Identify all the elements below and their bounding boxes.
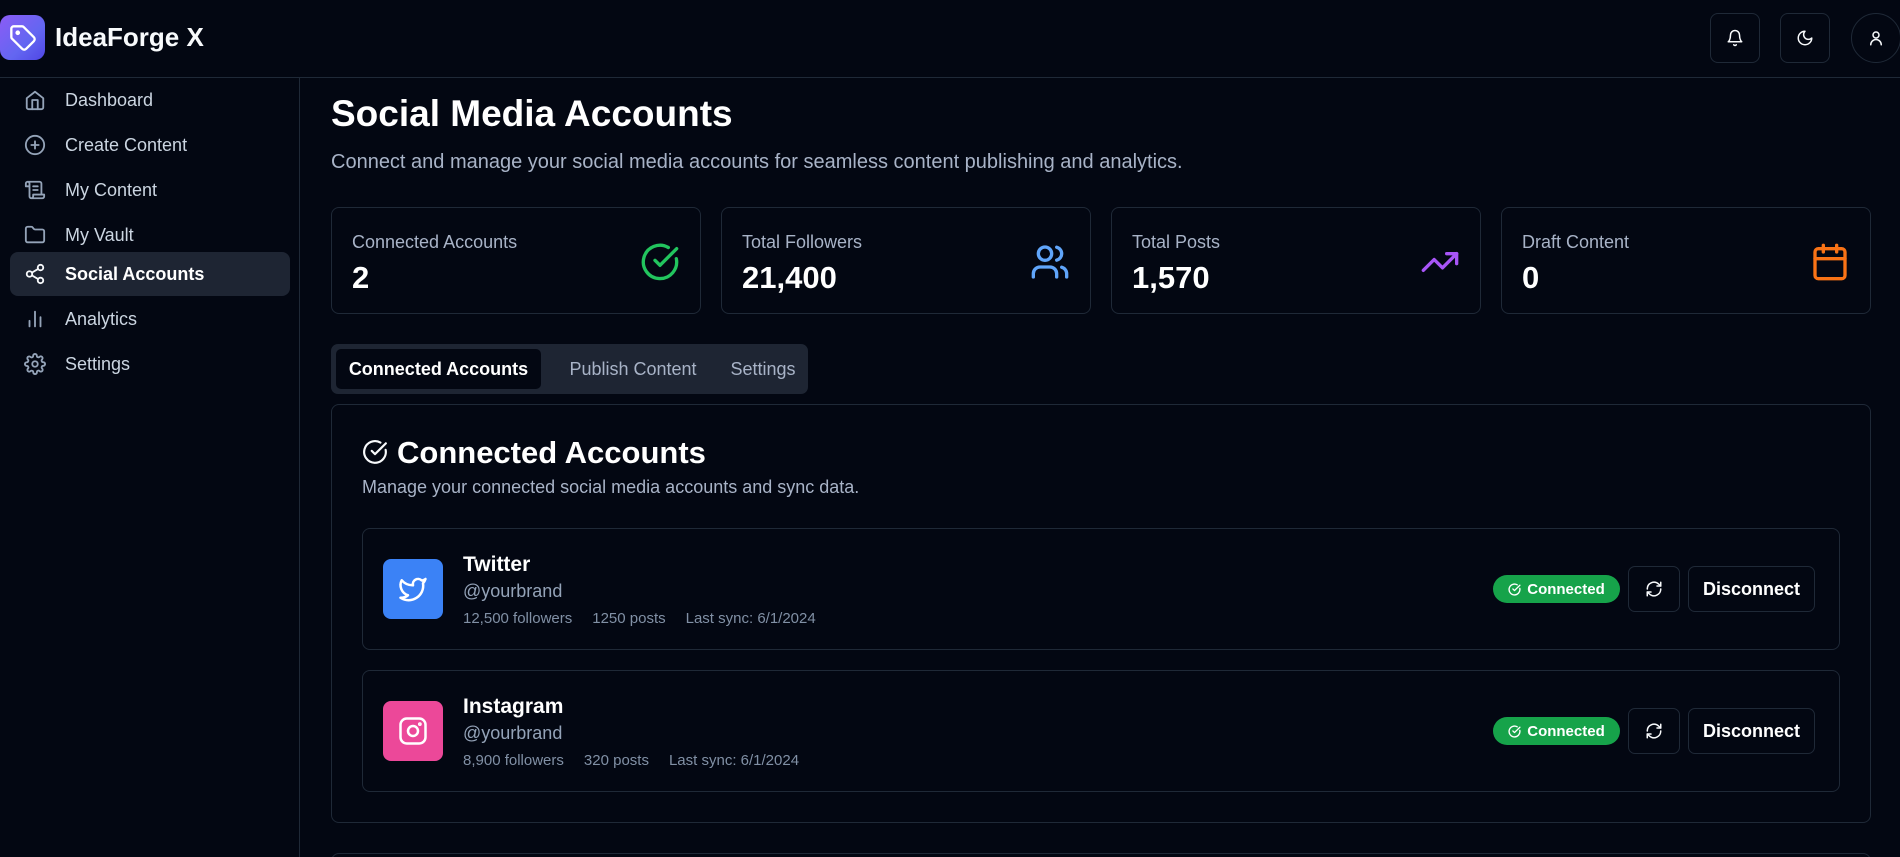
plus-circle-icon [24,134,46,156]
stat-card-draft-content: Draft Content 0 [1501,207,1871,314]
bar-chart-icon [28,310,42,328]
connected-accounts-panel: Connected Accounts Manage your connected… [331,404,1871,823]
next-panel-edge [331,853,1871,857]
check-circle-icon [641,243,679,281]
stat-label: Total Followers [742,232,863,252]
tab-publish-content[interactable]: Publish Content [544,349,722,389]
sidebar-item-create-content[interactable]: Create Content [10,123,290,167]
account-name: Instagram [463,695,564,718]
theme-toggle-button[interactable] [1780,13,1830,63]
account-posts: 1250 posts [592,610,666,627]
panel-title: Connected Accounts [397,435,706,470]
account-card-instagram: Instagram @yourbrand 8,900 followers 320… [362,670,1840,792]
stat-card-connected-accounts: Connected Accounts 2 [331,207,701,314]
page-title: Social Media Accounts [331,93,733,134]
disconnect-button[interactable]: Disconnect [1688,708,1815,754]
refresh-icon [1646,723,1662,739]
scroll-icon [24,180,46,200]
stat-label: Connected Accounts [352,232,518,252]
stat-label: Total Posts [1132,232,1221,252]
home-icon [25,90,45,111]
refresh-icon [1646,581,1662,597]
share-icon [25,263,45,285]
top-bar: IdeaForge X [0,0,1900,78]
tab-settings[interactable]: Settings [723,349,803,389]
account-followers: 12,500 followers [463,610,573,627]
stat-value: 21,400 [742,260,837,295]
account-handle: @yourbrand [463,723,563,743]
sidebar-item-my-vault[interactable]: My Vault [10,213,290,257]
disconnect-button[interactable]: Disconnect [1688,566,1815,612]
sync-button[interactable] [1628,708,1680,754]
account-card-twitter: Twitter @yourbrand 12,500 followers 1250… [362,528,1840,650]
account-followers: 8,900 followers [463,752,564,769]
user-icon [1870,31,1882,46]
status-badge: Connected [1493,717,1620,745]
sync-button[interactable] [1628,566,1680,612]
page-subtitle: Connect and manage your social media acc… [331,151,1183,173]
sidebar-item-settings[interactable]: Settings [10,342,290,386]
account-meta: 8,900 followers 320 posts Last sync: 6/1… [463,752,799,769]
account-handle: @yourbrand [463,581,563,601]
folder-icon [24,225,46,244]
status-badge-label: Connected [1527,580,1605,598]
profile-button[interactable] [1851,13,1900,63]
sidebar-item-label: Settings [65,354,131,374]
tab-connected-accounts[interactable]: Connected Accounts [336,349,541,389]
account-last-sync: Last sync: 6/1/2024 [685,610,816,627]
stat-card-total-posts: Total Posts 1,570 [1111,207,1481,314]
check-circle-icon [1508,582,1521,596]
calendar-icon [1813,243,1847,281]
stat-value: 1,570 [1132,260,1210,295]
sidebar-item-social-accounts[interactable]: Social Accounts [10,252,290,296]
stat-value: 0 [1522,260,1540,295]
sidebar-item-label: Dashboard [65,90,154,110]
sidebar-item-dashboard[interactable]: Dashboard [10,78,290,122]
twitter-icon [383,559,443,619]
account-meta: 12,500 followers 1250 posts Last sync: 6… [463,610,816,627]
check-circle-icon [363,440,387,464]
notifications-button[interactable] [1710,13,1760,63]
account-last-sync: Last sync: 6/1/2024 [668,752,800,769]
gear-icon [24,353,46,375]
sidebar-item-label: Social Accounts [65,264,205,284]
status-badge: Connected [1493,575,1620,603]
tab-list: Connected Accounts Publish Content Setti… [331,344,808,394]
app-name[interactable]: IdeaForge X [55,22,204,53]
check-circle-icon [1508,724,1521,738]
sidebar-item-label: My Content [65,180,158,200]
status-badge-label: Connected [1527,722,1605,740]
sidebar-item-label: Create Content [65,135,188,155]
moon-icon [1797,30,1813,46]
sidebar-item-my-content[interactable]: My Content [10,168,290,212]
sidebar-item-label: Analytics [65,309,138,329]
users-icon [1031,245,1069,279]
instagram-icon [383,701,443,761]
stat-label: Draft Content [1522,232,1630,252]
logo-icon[interactable] [0,15,45,60]
account-name: Twitter [463,553,531,576]
sidebar-item-analytics[interactable]: Analytics [10,297,290,341]
account-posts: 320 posts [583,752,649,769]
bell-icon [1727,29,1743,47]
stat-value: 2 [352,260,370,295]
panel-subtitle: Manage your connected social media accou… [362,477,860,497]
stat-card-total-followers: Total Followers 21,400 [721,207,1091,314]
sidebar: Dashboard Create Content My Content My V… [0,78,300,857]
trending-up-icon [1421,252,1459,272]
sidebar-item-label: My Vault [65,225,134,245]
